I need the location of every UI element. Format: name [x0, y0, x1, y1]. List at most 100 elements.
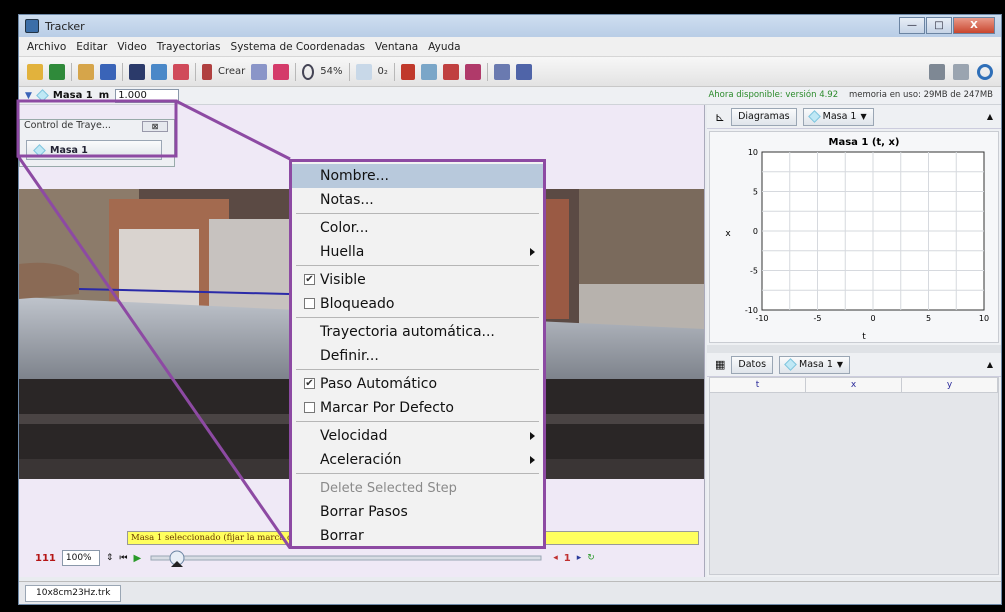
create-track-icon[interactable]: [202, 63, 212, 80]
menu-nombre[interactable]: Nombre...: [292, 164, 543, 188]
zoom-level[interactable]: 54%: [320, 66, 342, 77]
chart-title: Masa 1 (t, x): [829, 137, 900, 148]
step-label[interactable]: 0₂: [378, 66, 388, 77]
track-control-title: Control de Traye...: [24, 120, 111, 131]
track-diamond-icon: [36, 89, 49, 102]
step-back-icon[interactable]: ◂: [553, 553, 558, 563]
plot-area[interactable]: Masa 1 (t, x) x t -10 -5 0 5 10 10 5 0 -5 -10: [709, 131, 999, 343]
menu-aceleracion[interactable]: Aceleración: [292, 448, 543, 472]
checkbox-unchecked-icon[interactable]: [304, 298, 315, 309]
zoom-icon[interactable]: [302, 63, 315, 80]
import-video-icon[interactable]: [78, 63, 94, 80]
acceleration-icon[interactable]: [464, 63, 481, 80]
menu-huella[interactable]: Huella: [292, 240, 543, 264]
rate-spinner-icon[interactable]: ⇕: [106, 553, 114, 563]
x-axis-label: t: [862, 332, 866, 342]
step-forward-icon[interactable]: ▸: [577, 553, 582, 563]
menu-velocidad[interactable]: Velocidad: [292, 424, 543, 448]
file-tab-bar: 10x8cm23Hz.trk: [19, 581, 1001, 604]
menu-video[interactable]: Video: [117, 41, 146, 53]
open-file-icon[interactable]: [27, 63, 43, 80]
toolbar-separator: [348, 62, 350, 81]
maximize-table-icon[interactable]: ▲: [987, 360, 993, 369]
track-name[interactable]: Masa 1: [53, 90, 93, 101]
menu-archivo[interactable]: Archivo: [27, 41, 66, 53]
calibration-icon[interactable]: [151, 63, 167, 80]
menu-marcar-por-defecto[interactable]: Marcar Por Defecto: [292, 396, 543, 420]
splitter[interactable]: [707, 345, 1001, 353]
toolbar-separator: [195, 62, 196, 81]
minimize-button[interactable]: —: [899, 17, 925, 34]
data-table[interactable]: t x y: [709, 377, 999, 575]
rate-field[interactable]: 100%: [61, 550, 100, 566]
menu-color[interactable]: Color...: [292, 216, 543, 240]
tracker-app-icon: [25, 19, 39, 33]
column-header-x[interactable]: x: [806, 378, 902, 392]
axes-icon[interactable]: [173, 63, 189, 80]
update-available-link[interactable]: Ahora disponible: versión 4.92: [708, 90, 838, 100]
window-controls: — □ X: [899, 17, 995, 34]
column-header-t[interactable]: t: [710, 378, 806, 392]
menu-trayectoria-automatica[interactable]: Trayectoria automática...: [292, 320, 543, 344]
track-control-icon[interactable]: [251, 63, 268, 80]
mass-input[interactable]: 1.000: [115, 88, 180, 103]
checkbox-unchecked-icon[interactable]: [304, 402, 315, 413]
playback-slider[interactable]: [147, 549, 547, 567]
maximize-button[interactable]: □: [926, 17, 952, 34]
menu-marcar-label: Marcar Por Defecto: [320, 400, 454, 416]
xmass-icon[interactable]: [493, 63, 510, 80]
menu-borrar-pasos[interactable]: Borrar Pasos: [292, 500, 543, 524]
mark-icon[interactable]: [420, 63, 437, 80]
plot-track-label: Masa 1: [822, 110, 857, 122]
window-icon[interactable]: [953, 64, 969, 80]
create-button[interactable]: Crear: [218, 66, 245, 77]
track-button-label: Masa 1: [50, 144, 88, 156]
play-icon[interactable]: ▶: [134, 553, 142, 564]
y-axis-label: x: [725, 229, 731, 239]
menu-separator: [296, 265, 539, 266]
column-header-y[interactable]: y: [902, 378, 998, 392]
menu-borrar[interactable]: Borrar: [292, 524, 543, 548]
menu-trayectoria-label: Trayectoria automática...: [320, 324, 495, 340]
file-tab[interactable]: 10x8cm23Hz.trk: [25, 585, 122, 602]
plot-track-selector[interactable]: Masa 1 ▼: [802, 107, 874, 126]
refresh-icon[interactable]: [977, 64, 993, 80]
menu-nombre-label: Nombre...: [320, 168, 389, 184]
toolbar-right: [929, 64, 993, 80]
path-icon[interactable]: [400, 63, 415, 80]
menu-ventana[interactable]: Ventana: [375, 41, 418, 53]
table-icon: ▦: [715, 358, 726, 371]
clip-settings-icon[interactable]: [129, 63, 145, 80]
menu-huella-label: Huella: [320, 244, 365, 260]
menu-coordenadas[interactable]: Systema de Coordenadas: [231, 41, 366, 53]
checkbox-checked-icon[interactable]: ✔: [304, 274, 315, 285]
step-size[interactable]: 1: [564, 553, 571, 564]
menu-bloqueado[interactable]: Bloqueado: [292, 292, 543, 316]
datos-button[interactable]: Datos: [731, 355, 774, 374]
table-track-selector[interactable]: Masa 1 ▼: [779, 355, 851, 374]
velocity-icon[interactable]: [442, 63, 459, 80]
menu-notas[interactable]: Notas...: [292, 188, 543, 212]
trail-icon[interactable]: [355, 63, 372, 80]
save-icon[interactable]: [49, 63, 65, 80]
maximize-plot-icon[interactable]: ▲: [987, 112, 993, 121]
label-icon[interactable]: [515, 63, 532, 80]
track-control-close-button[interactable]: ⊠: [142, 121, 168, 132]
diagramas-button[interactable]: Diagramas: [731, 107, 797, 126]
x-tick-label: 10: [979, 314, 989, 323]
menu-editar[interactable]: Editar: [76, 41, 107, 53]
track-dropdown-icon[interactable]: ▼: [25, 91, 32, 101]
close-button[interactable]: X: [953, 17, 995, 34]
menu-ayuda[interactable]: Ayuda: [428, 41, 460, 53]
masa1-track-button[interactable]: Masa 1: [26, 140, 162, 160]
notes-icon[interactable]: [929, 64, 945, 80]
menu-trayectorias[interactable]: Trayectorias: [157, 41, 221, 53]
menu-definir[interactable]: Definir...: [292, 344, 543, 368]
checkbox-checked-icon[interactable]: ✔: [304, 378, 315, 389]
autotracker-icon[interactable]: [273, 63, 290, 80]
menu-visible[interactable]: ✔ Visible: [292, 268, 543, 292]
reset-icon[interactable]: ⏮: [119, 553, 127, 563]
menu-paso-automatico[interactable]: ✔ Paso Automático: [292, 372, 543, 396]
link-icon[interactable]: [100, 63, 116, 80]
loop-icon[interactable]: ↻: [587, 553, 595, 563]
